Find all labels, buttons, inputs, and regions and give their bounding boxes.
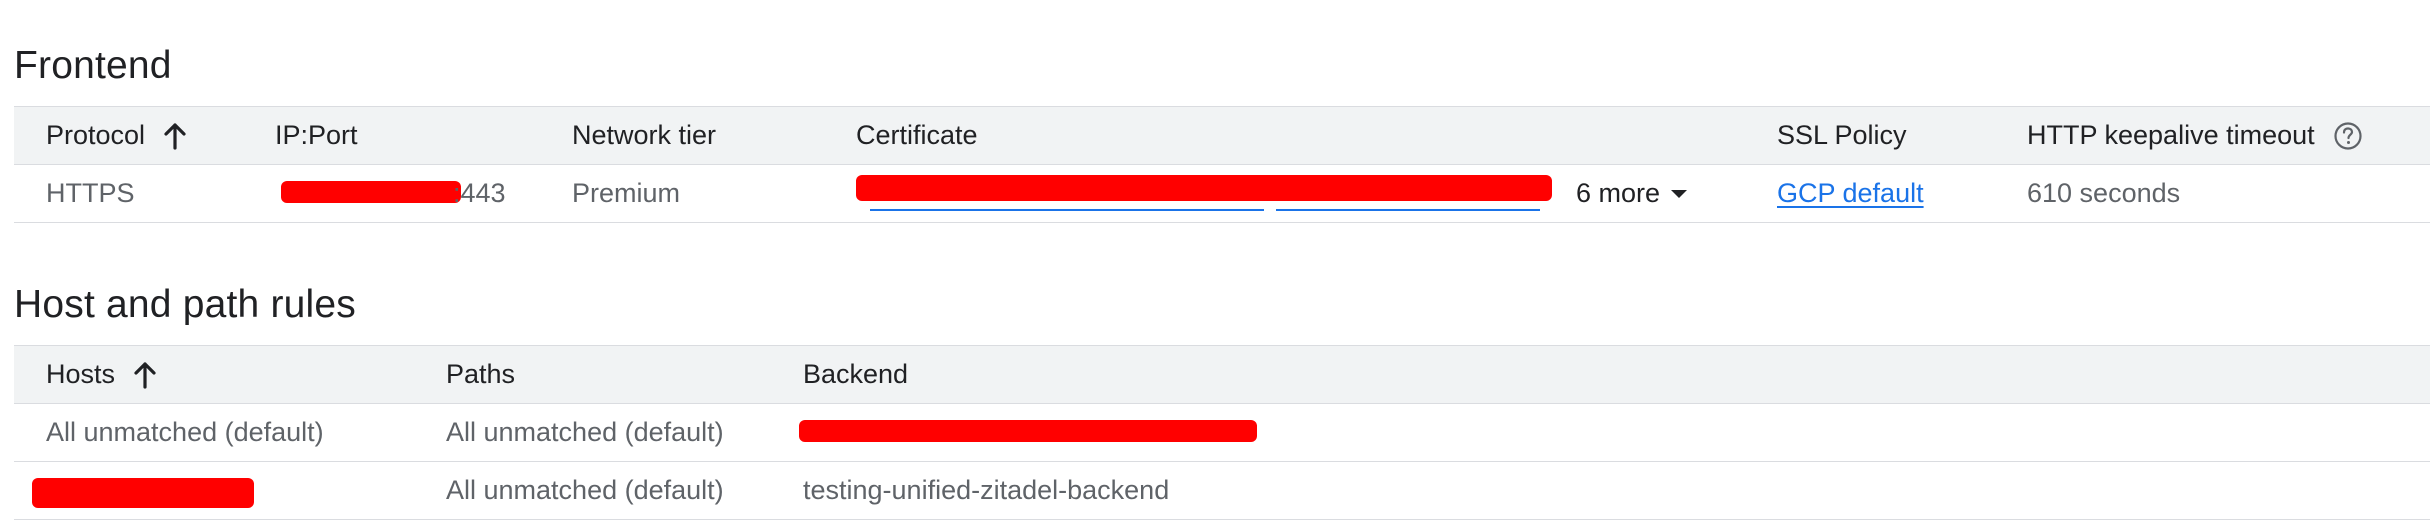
column-header-paths[interactable]: Paths xyxy=(446,346,515,403)
column-header-certificate[interactable]: Certificate xyxy=(856,107,978,164)
hosts-value: All unmatched (default) xyxy=(46,417,324,447)
more-certificates-button[interactable]: 6 more xyxy=(1576,178,1688,209)
table-row: All unmatched (default) testing-unified-… xyxy=(14,462,2430,520)
hosts-value xyxy=(32,462,406,519)
host-path-table-header: Hosts Paths Backend xyxy=(14,346,2430,404)
ssl-policy-link[interactable]: GCP default xyxy=(1777,165,1924,222)
column-header-label: Protocol xyxy=(46,120,146,150)
caret-down-icon xyxy=(1670,188,1688,200)
redacted-ip xyxy=(281,181,461,203)
table-row: All unmatched (default) All unmatched (d… xyxy=(14,404,2430,462)
certificate-link[interactable] xyxy=(870,209,1264,211)
certificate-value: 6 more xyxy=(856,165,1688,222)
ssl-policy-text[interactable]: GCP default xyxy=(1777,178,1924,209)
network-tier-value: Premium xyxy=(572,178,681,208)
more-label: 6 more xyxy=(1576,178,1661,208)
protocol-value: HTTPS xyxy=(46,178,135,208)
load-balancer-details: Frontend Protocol IP:Port Network tier C… xyxy=(0,0,2430,530)
frontend-table: Protocol IP:Port Network tier Certificat… xyxy=(14,106,2430,223)
port-suffix: :443 xyxy=(453,178,506,208)
backend-value: testing-unified-zitadel-backend xyxy=(803,475,1170,505)
column-header-ssl-policy[interactable]: SSL Policy xyxy=(1777,107,1907,164)
redacted-backend xyxy=(799,420,1257,442)
redacted-host xyxy=(32,478,254,508)
frontend-row: HTTPS :443 Premium 6 more GCP default 61… xyxy=(14,165,2430,223)
help-circle-icon[interactable] xyxy=(2333,121,2363,151)
frontend-section-title: Frontend xyxy=(14,44,172,87)
column-header-keepalive[interactable]: HTTP keepalive timeout xyxy=(2027,107,2363,164)
host-path-rules-title: Host and path rules xyxy=(14,283,357,326)
backend-value xyxy=(799,404,1263,461)
certificate-link[interactable] xyxy=(1276,209,1540,211)
host-path-rules-table: Hosts Paths Backend All unmatched (defau… xyxy=(14,345,2430,520)
column-header-hosts[interactable]: Hosts xyxy=(46,346,159,403)
column-header-label: Hosts xyxy=(46,359,116,389)
arrow-up-icon[interactable] xyxy=(131,360,159,390)
ip-port-value: :443 xyxy=(275,165,525,222)
column-header-ip-port[interactable]: IP:Port xyxy=(275,107,358,164)
paths-value: All unmatched (default) xyxy=(446,475,724,505)
column-header-network-tier[interactable]: Network tier xyxy=(572,107,716,164)
column-header-label: HTTP keepalive timeout xyxy=(2027,120,2315,150)
column-header-backend[interactable]: Backend xyxy=(803,346,908,403)
redacted-certificates xyxy=(856,175,1552,201)
frontend-table-header: Protocol IP:Port Network tier Certificat… xyxy=(14,107,2430,165)
arrow-up-icon[interactable] xyxy=(161,121,189,151)
column-header-protocol[interactable]: Protocol xyxy=(46,107,189,164)
keepalive-value: 610 seconds xyxy=(2027,178,2181,208)
paths-value: All unmatched (default) xyxy=(446,417,724,447)
